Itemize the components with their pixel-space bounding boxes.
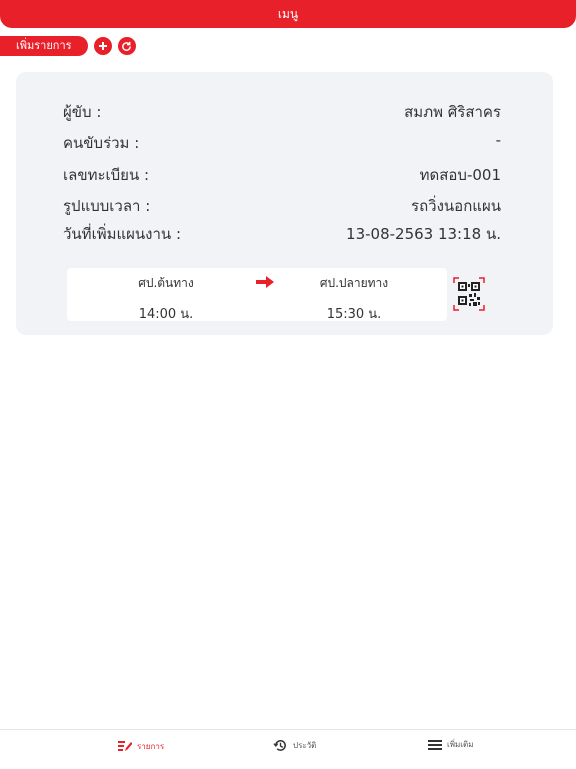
trip-card[interactable]: ผู้ขับ : สมภพ ศิริสาคร คนขับร่วม : - เลข… (16, 72, 553, 335)
driver-value: สมภพ ศิริสาคร (404, 103, 501, 121)
origin-column: ศป.ต้นทาง 14:00 น. (91, 274, 241, 324)
add-item-button[interactable]: เพิ่มรายการ (0, 36, 88, 56)
plan-date-label: วันที่เพิ่มแผนงาน : (63, 225, 182, 243)
driver-row: ผู้ขับ : สมภพ ศิริสาคร (63, 100, 501, 124)
tab-more[interactable]: เพิ่มเติม (428, 738, 473, 751)
tab-more-label: เพิ่มเติม (447, 740, 474, 749)
add-icon[interactable] (93, 37, 112, 55)
menu-icon (428, 739, 442, 750)
destination-time: 15:30 น. (326, 307, 382, 322)
list-edit-icon (118, 741, 132, 751)
top-menu-bar[interactable]: เมนู (0, 0, 576, 28)
tab-history[interactable]: ประวัติ (273, 738, 316, 753)
destination-column: ศป.ปลายทาง 15:30 น. (279, 274, 429, 324)
history-icon (273, 740, 286, 751)
origin-time: 14:00 น. (138, 307, 194, 322)
add-item-row: เพิ่มรายการ (0, 36, 142, 56)
destination-label: ศป.ปลายทาง (319, 276, 389, 290)
co-driver-label: คนขับร่วม : (63, 134, 140, 152)
plate-row: เลขทะเบียน : ทดสอบ-001 (63, 163, 501, 187)
driver-label: ผู้ขับ : (63, 103, 102, 121)
plan-date-value: 13-08-2563 13:18 น. (346, 225, 501, 243)
time-mode-row: รูปแบบเวลา : รถวิ่งนอกแผน (63, 194, 501, 218)
arrow-right-icon (255, 274, 275, 293)
time-mode-value: รถวิ่งนอกแผน (411, 197, 501, 215)
tab-history-label: ประวัติ (293, 741, 317, 750)
plate-value: ทดสอบ-001 (419, 166, 501, 184)
co-driver-value: - (495, 131, 501, 149)
bottom-tab-bar: รายการ ประวัติ เพิ่มเติม (0, 729, 576, 769)
plate-label: เลขทะเบียน : (63, 166, 150, 184)
refresh-icon[interactable] (117, 37, 136, 55)
tab-list-label: รายการ (137, 741, 165, 751)
menu-title: เมนู (277, 7, 299, 21)
route-box: ศป.ต้นทาง 14:00 น. ศป.ปลายทาง 15:30 น. (67, 268, 447, 324)
qr-code-icon[interactable] (453, 277, 485, 315)
tab-list[interactable]: รายการ (116, 738, 164, 754)
origin-label: ศป.ต้นทาง (138, 276, 194, 290)
time-mode-label: รูปแบบเวลา : (63, 197, 151, 215)
plan-date-row: วันที่เพิ่มแผนงาน : 13-08-2563 13:18 น. (63, 222, 501, 246)
co-driver-row: คนขับร่วม : - (63, 131, 501, 155)
